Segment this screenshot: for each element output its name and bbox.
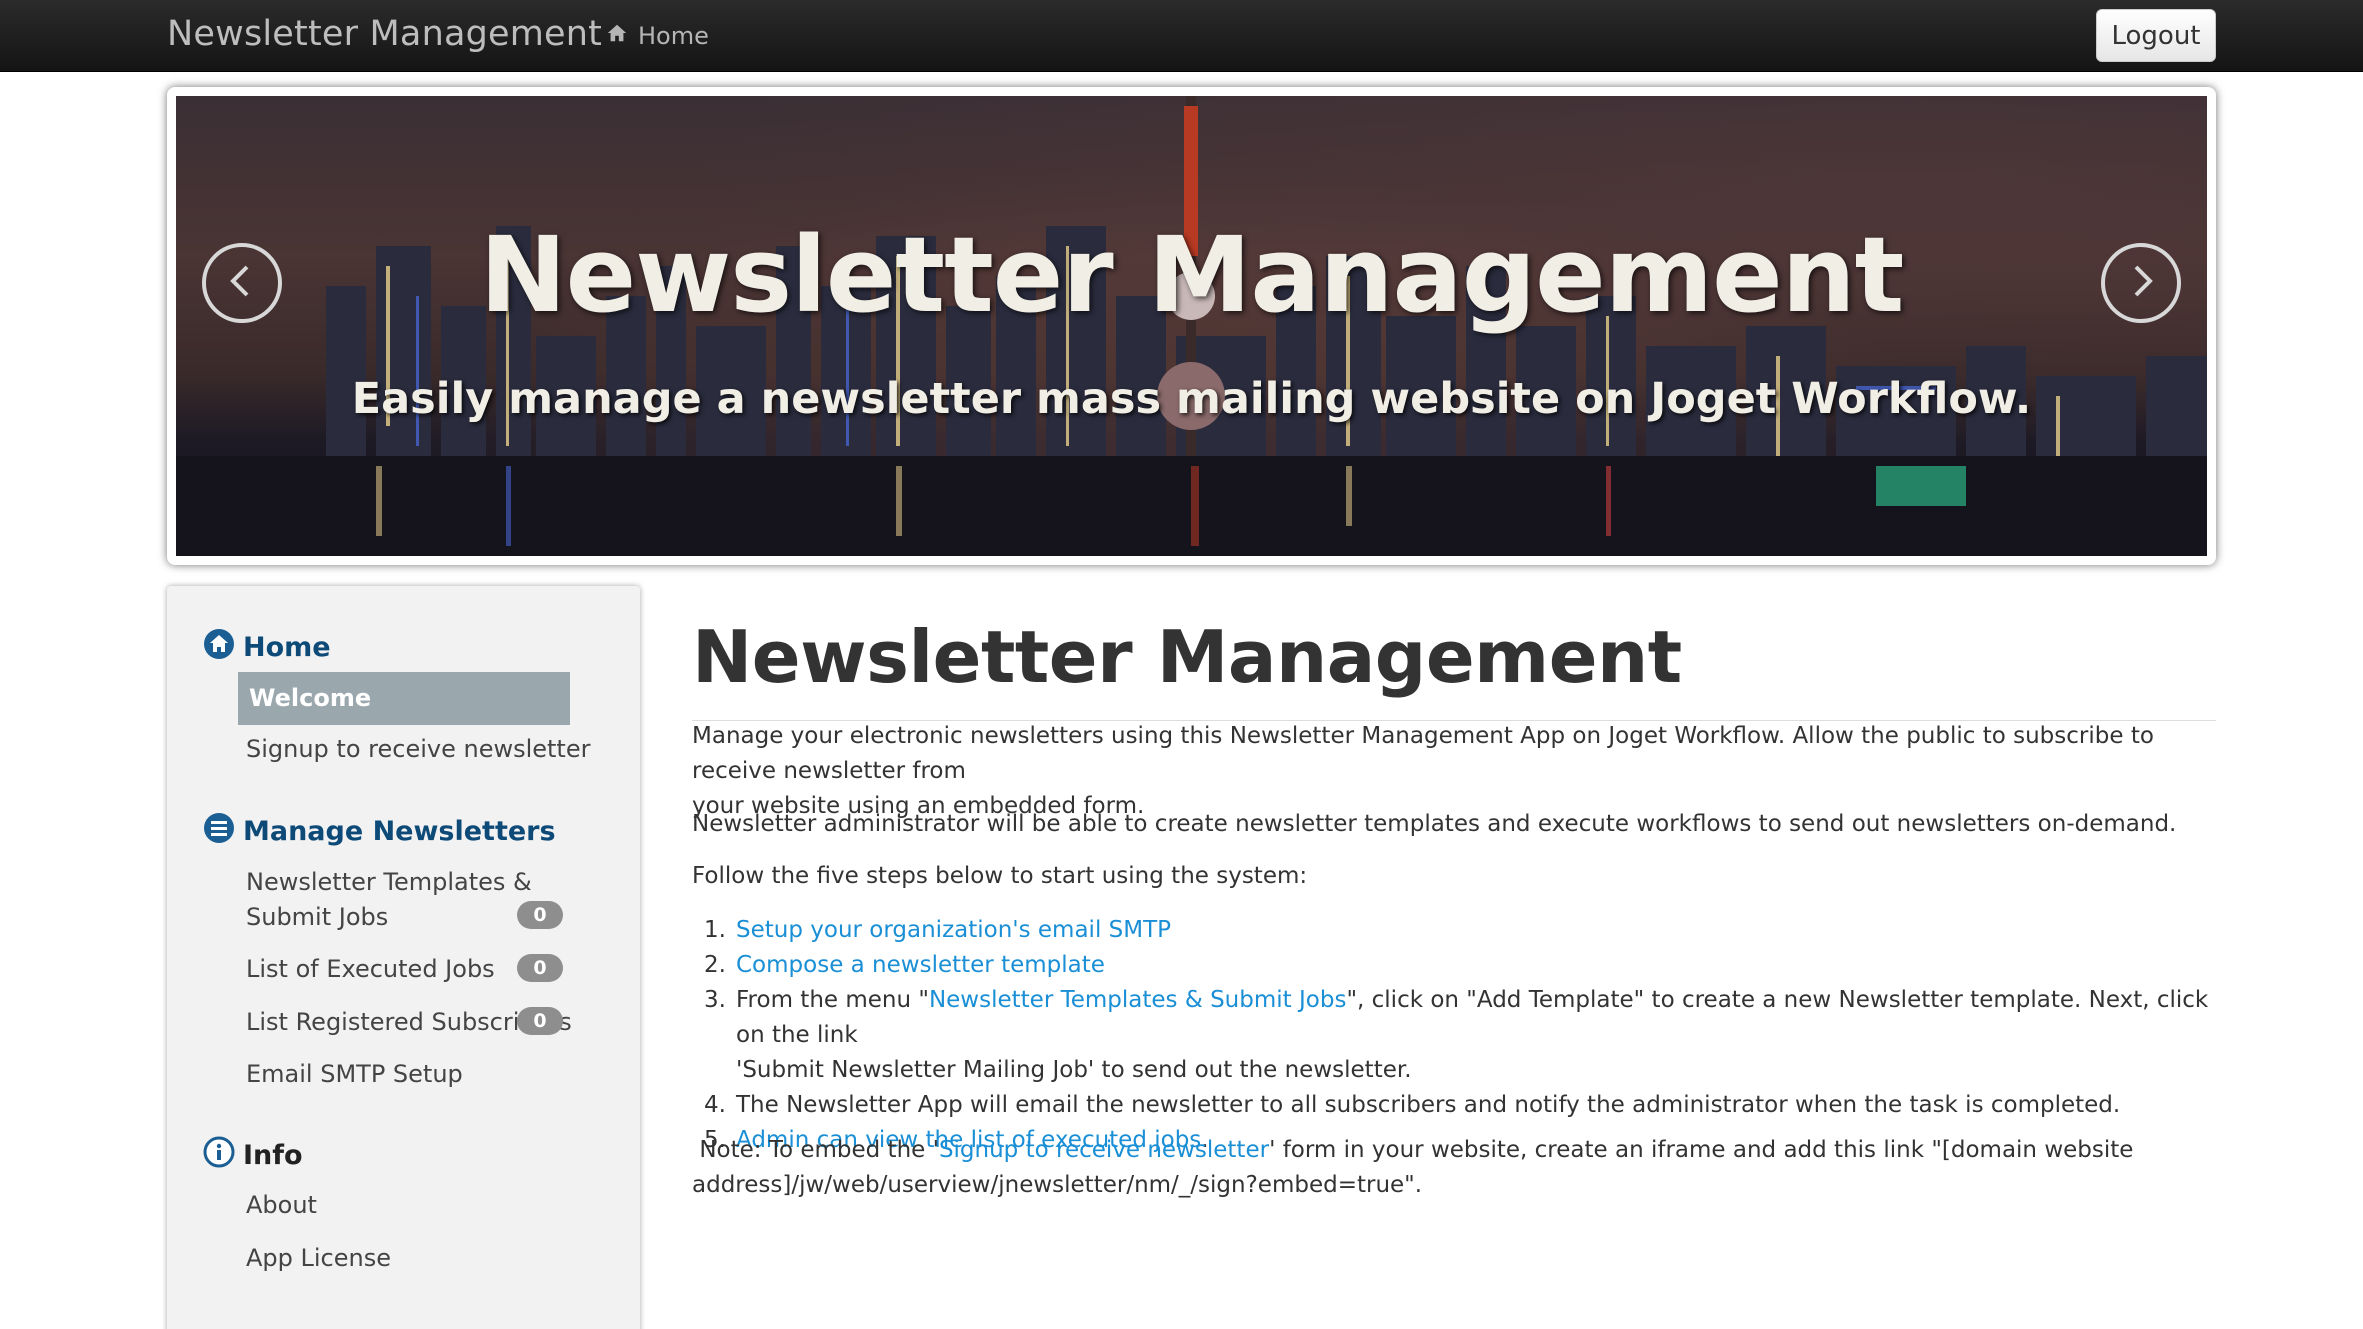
sidebar-menu: Home Welcome Signup to receive newslette… bbox=[167, 586, 640, 1329]
note-text-post: ' form in your website, create an iframe… bbox=[1269, 1137, 2134, 1163]
embed-note: Note: To embed the 'Signup to receive ne… bbox=[692, 1133, 2216, 1203]
banner-title: Newsletter Management bbox=[479, 214, 1905, 336]
count-badge: 0 bbox=[517, 954, 563, 982]
nav-home-label: Home bbox=[638, 22, 709, 50]
sidebar-item-about[interactable]: About bbox=[246, 1188, 317, 1223]
admin-paragraph: Newsletter administrator will be able to… bbox=[692, 811, 2177, 837]
sidebar-item-signup[interactable]: Signup to receive newsletter bbox=[246, 732, 590, 767]
main-content: Newsletter Management Manage your electr… bbox=[692, 612, 2216, 1198]
sidebar-section-info[interactable]: Info bbox=[203, 1136, 303, 1175]
carousel-next-button[interactable] bbox=[2101, 243, 2181, 323]
sidebar-item-welcome[interactable]: Welcome bbox=[238, 672, 570, 725]
step-number: 2. bbox=[704, 952, 726, 978]
hero-banner: Newsletter Management Easily manage a ne… bbox=[167, 87, 2216, 565]
sidebar-section-home[interactable]: Home bbox=[203, 628, 331, 667]
steps-intro: Follow the five steps below to start usi… bbox=[692, 863, 1308, 889]
step-text: From the menu "Newsletter Templates & Su… bbox=[736, 983, 2216, 1088]
step-text-pre: From the menu " bbox=[736, 987, 929, 1013]
sidebar-item-email-smtp-setup[interactable]: Email SMTP Setup bbox=[246, 1057, 463, 1092]
step-text-line2: 'Submit Newsletter Mailing Job' to send … bbox=[736, 1057, 1412, 1083]
home-circle-icon bbox=[203, 628, 235, 667]
list-item: 1. Setup your organization's email SMTP bbox=[692, 913, 2216, 948]
step-number: 1. bbox=[704, 917, 726, 943]
sidebar-section-info-label: Info bbox=[243, 1140, 303, 1171]
count-badge: 0 bbox=[517, 1007, 563, 1035]
home-icon bbox=[606, 22, 628, 50]
list-item: 3. From the menu "Newsletter Templates &… bbox=[692, 983, 2216, 1088]
sidebar-item-executed-jobs[interactable]: List of Executed Jobs bbox=[246, 952, 495, 987]
page-title: Newsletter Management bbox=[692, 615, 1682, 699]
sidebar-section-manage-newsletters[interactable]: Manage Newsletters bbox=[203, 812, 556, 851]
sidebar-item-label: Newsletter Templates & bbox=[246, 868, 532, 896]
newsletter-templates-link[interactable]: Newsletter Templates & Submit Jobs bbox=[929, 987, 1346, 1013]
list-circle-icon bbox=[203, 812, 235, 851]
nav-home-link[interactable]: Home bbox=[606, 22, 709, 50]
signup-link[interactable]: Signup to receive newsletter bbox=[939, 1137, 1269, 1163]
step-number: 3. bbox=[704, 987, 726, 1013]
top-navbar: Newsletter Management Home Logout bbox=[0, 0, 2363, 72]
step-text: The Newsletter App will email the newsle… bbox=[736, 1092, 2121, 1118]
carousel-prev-button[interactable] bbox=[202, 243, 282, 323]
banner-subtitle: Easily manage a newsletter mass mailing … bbox=[351, 374, 2032, 424]
list-item: 4. The Newsletter App will email the new… bbox=[692, 1088, 2216, 1123]
chevron-right-icon bbox=[2121, 261, 2161, 305]
sidebar-section-manage-label: Manage Newsletters bbox=[243, 816, 556, 847]
intro-line: Manage your electronic newsletters using… bbox=[692, 723, 2154, 784]
sidebar-item-label: Submit Jobs bbox=[246, 903, 389, 931]
note-text-pre: Note: To embed the ' bbox=[692, 1137, 939, 1163]
step-number: 4. bbox=[704, 1092, 726, 1118]
chevron-left-icon bbox=[222, 261, 262, 305]
app-brand[interactable]: Newsletter Management bbox=[167, 14, 602, 54]
logout-button[interactable]: Logout bbox=[2096, 9, 2216, 62]
banner-image: Newsletter Management Easily manage a ne… bbox=[176, 96, 2207, 556]
list-item: 2. Compose a newsletter template bbox=[692, 948, 2216, 983]
smtp-setup-link[interactable]: Setup your organization's email SMTP bbox=[736, 913, 1171, 948]
compose-template-link[interactable]: Compose a newsletter template bbox=[736, 948, 1105, 983]
info-circle-icon bbox=[203, 1136, 235, 1175]
sidebar-item-app-license[interactable]: App License bbox=[246, 1241, 391, 1276]
sidebar-section-home-label: Home bbox=[243, 632, 331, 663]
count-badge: 0 bbox=[517, 901, 563, 929]
sidebar-item-newsletter-templates[interactable]: Newsletter Templates & Submit Jobs bbox=[246, 865, 532, 935]
steps-list: 1. Setup your organization's email SMTP … bbox=[692, 913, 2216, 1158]
note-text-line2: address]/jw/web/userview/jnewsletter/nm/… bbox=[692, 1172, 1423, 1198]
